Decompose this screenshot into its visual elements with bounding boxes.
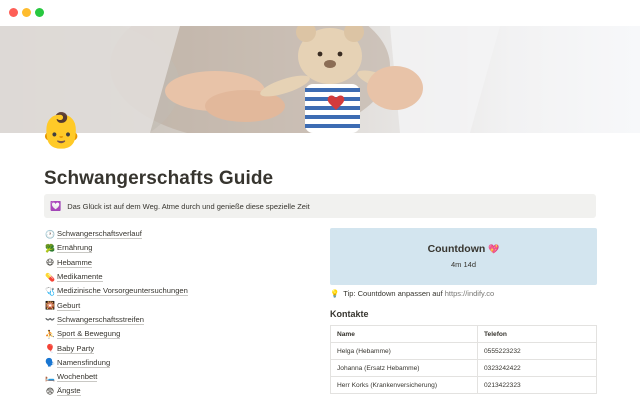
contact-phone-cell[interactable]: 0323242422 [477,359,597,377]
heart-icon: 💖 [488,244,500,254]
page-link-sport-bewegung[interactable]: ⛹️ Sport & Bewegung [44,327,294,341]
page-link-label: Geburt [57,300,81,311]
page-link-label: Ängste [57,386,81,397]
maximize-window-button[interactable] [35,8,44,17]
callout-block[interactable]: 💟 Das Glück ist auf dem Weg. Atme durch … [44,194,596,218]
page-link-list: 🕐 Schwangerschaftsverlauf 🥦 Ernährung 😷 … [44,227,294,399]
page-link-label: Baby Party [57,343,95,354]
contacts-heading: Kontakte [330,309,369,319]
countdown-widget[interactable]: Countdown 💖 4m 14d [330,228,597,285]
sport-person-icon: ⛹️ [45,329,55,339]
bed-icon: 🛏️ [45,372,55,382]
page-link-namensfindung[interactable]: 🗣️ Namensfindung [44,356,294,370]
minimize-window-button[interactable] [22,8,31,17]
table-row[interactable]: Johanna (Ersatz Hebamme) 0323242422 [330,359,597,377]
countdown-value: 4m 14d [450,260,477,269]
page-link-label: Ernährung [57,243,93,254]
page-link-geburt[interactable]: 🎇 Geburt [44,298,294,312]
tip-text: 💡 Tip: Countdown anpassen auf https://in… [330,289,494,298]
page-link-label: Medizinische Vorsorgeuntersuchungen [57,286,188,297]
column-header-telefon[interactable]: Telefon [477,325,597,343]
callout-text: Das Glück ist auf dem Weg. Atme durch un… [67,201,310,211]
contact-name-cell[interactable]: Herr Korks (Krankenversicherung) [330,376,478,394]
page-link-label: Schwangerschaftsstreifen [57,314,144,325]
table-header-row: Name Telefon [330,325,597,343]
page-link-schwangerschaftsstreifen[interactable]: 〰️ Schwangerschaftsstreifen [44,313,294,327]
contacts-table: Name Telefon Helga (Hebamme) 0555223232 … [330,325,597,394]
page-link-hebamme[interactable]: 😷 Hebamme [44,256,294,270]
page-link-label: Sport & Bewegung [57,329,121,340]
close-window-button[interactable] [9,8,18,17]
mask-face-icon: 😷 [45,258,55,268]
clock-icon: 🕐 [45,229,55,239]
page-icon[interactable]: 👶 [40,114,82,148]
broccoli-icon: 🥦 [45,243,55,253]
page-link-vorsorgeuntersuchungen[interactable]: 🩺 Medizinische Vorsorgeuntersuchungen [44,284,294,298]
heart-decoration-icon: 💟 [50,200,62,211]
cover-photo-illustration [0,26,500,133]
page-link-baby-party[interactable]: 🎈 Baby Party [44,341,294,355]
fearful-face-icon: 😨 [45,386,55,396]
table-row[interactable]: Helga (Hebamme) 0555223232 [330,342,597,360]
balloon-icon: 🎈 [45,344,55,354]
page-link-schwangerschaftsverlauf[interactable]: 🕐 Schwangerschaftsverlauf [44,227,294,241]
page-link-label: Namensfindung [57,357,111,368]
sparkler-icon: 🎇 [45,301,55,311]
window-titlebar [0,0,640,26]
speaking-head-icon: 🗣️ [45,358,55,368]
page-link-label: Schwangerschaftsverlauf [57,229,142,240]
contact-phone-cell[interactable]: 0555223232 [477,342,597,360]
column-header-name[interactable]: Name [330,325,478,343]
pill-icon: 💊 [45,272,55,282]
light-bulb-icon: 💡 [330,289,340,298]
page-link-label: Hebamme [57,257,93,268]
contact-name-cell[interactable]: Helga (Hebamme) [330,342,478,360]
page-link-label: Wochenbett [57,372,98,383]
cover-image[interactable] [0,26,640,133]
tip-label: Tip: Countdown anpassen auf [343,289,443,298]
page-link-label: Medikamente [57,272,103,283]
countdown-title: Countdown 💖 [330,243,597,255]
contact-phone-cell[interactable]: 0213422323 [477,376,597,394]
page-link-aengste[interactable]: 😨 Ängste [44,384,294,398]
page-link-ernaehrung[interactable]: 🥦 Ernährung [44,241,294,255]
contact-name-cell[interactable]: Johanna (Ersatz Hebamme) [330,359,478,377]
page-title[interactable]: Schwangerschafts Guide [44,168,273,190]
indify-link[interactable]: https://indify.co [445,289,494,298]
countdown-title-text: Countdown [427,243,486,255]
wavy-dash-icon: 〰️ [45,315,55,325]
page-link-medikamente[interactable]: 💊 Medikamente [44,270,294,284]
page-link-wochenbett[interactable]: 🛏️ Wochenbett [44,370,294,384]
table-row[interactable]: Herr Korks (Krankenversicherung) 0213422… [330,376,597,394]
stethoscope-icon: 🩺 [45,286,55,296]
